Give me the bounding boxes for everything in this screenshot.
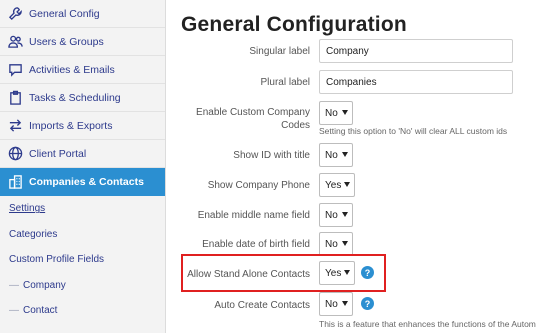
help-icon[interactable]: ?: [361, 297, 374, 310]
custom-codes-select[interactable]: No: [319, 101, 353, 125]
select-value: No: [325, 238, 338, 250]
sidebar-item-imports-exports[interactable]: Imports & Exports: [0, 112, 165, 140]
subnav-company[interactable]: — Company: [0, 273, 165, 299]
sidebar-item-label: General Config: [29, 7, 100, 20]
sidebar-item-label: Activities & Emails: [29, 63, 115, 76]
standalone-label: Allow Stand Alone Contacts: [187, 269, 310, 280]
select-value: Yes: [325, 179, 342, 191]
sidebar-item-label: Users & Groups: [29, 35, 104, 48]
sidebar-item-client-portal[interactable]: Client Portal: [0, 140, 165, 168]
select-value: No: [325, 149, 338, 161]
sidebar: General Config Users & Groups Activities…: [0, 0, 166, 333]
globe-icon: [7, 146, 23, 162]
show-id-select[interactable]: No: [319, 143, 353, 167]
auto-create-label: Auto Create Contacts: [214, 300, 310, 311]
subnav-label: Custom Profile Fields: [9, 254, 105, 266]
dob-label: Enable date of birth field: [202, 239, 310, 250]
subnav-custom-profile-fields[interactable]: Custom Profile Fields: [0, 247, 165, 273]
sidebar-item-companies-contacts[interactable]: Companies & Contacts: [0, 168, 165, 196]
show-phone-label: Show Company Phone: [207, 180, 310, 191]
page-title: General Configuration: [181, 13, 407, 36]
subnav-label: Contact: [23, 305, 58, 317]
plural-label-input[interactable]: [319, 70, 513, 94]
select-value: No: [325, 298, 338, 310]
subnav-dash: —: [9, 279, 19, 291]
select-value: No: [325, 209, 338, 221]
singular-label-input[interactable]: [319, 39, 513, 63]
caret-down-icon: [342, 152, 348, 157]
sidebar-item-general-config[interactable]: General Config: [0, 0, 165, 28]
building-icon: [7, 174, 23, 190]
subnav-settings[interactable]: Settings: [0, 196, 165, 222]
standalone-select[interactable]: Yes: [319, 261, 355, 285]
show-phone-select[interactable]: Yes: [319, 173, 355, 197]
users-icon: [7, 34, 23, 50]
plural-label: Plural label: [260, 77, 310, 88]
caret-down-icon: [342, 241, 348, 246]
wrench-icon: [7, 6, 23, 22]
help-icon[interactable]: ?: [361, 266, 374, 279]
custom-codes-hint: Setting this option to 'No' will clear A…: [319, 126, 508, 136]
subnav-categories[interactable]: Categories: [0, 222, 165, 248]
main-content: General Configuration Singular label Plu…: [166, 0, 536, 333]
subnav-label: Company: [23, 279, 66, 291]
auto-create-select[interactable]: No: [319, 292, 353, 316]
select-value: No: [325, 107, 338, 119]
sidebar-item-label: Tasks & Scheduling: [29, 91, 121, 104]
caret-down-icon: [342, 212, 348, 217]
auto-create-hint: This is a feature that enhances the func…: [319, 319, 536, 329]
middle-name-select[interactable]: No: [319, 203, 353, 227]
chat-icon: [7, 62, 23, 78]
caret-down-icon: [342, 301, 348, 306]
sidebar-item-label: Client Portal: [29, 147, 87, 160]
singular-label: Singular label: [249, 46, 310, 57]
dob-select[interactable]: No: [319, 232, 353, 256]
custom-codes-label: Enable Custom Company Codes: [196, 107, 310, 131]
arrows-icon: [7, 118, 23, 134]
subnav-contact[interactable]: — Contact: [0, 298, 165, 324]
subnav-dash: —: [9, 305, 19, 317]
middle-name-label: Enable middle name field: [197, 210, 310, 221]
caret-down-icon: [344, 182, 350, 187]
subnav-label: Categories: [9, 228, 58, 240]
sidebar-item-label: Imports & Exports: [29, 119, 113, 132]
caret-down-icon: [342, 110, 348, 115]
select-value: Yes: [325, 267, 342, 279]
sidebar-item-tasks-scheduling[interactable]: Tasks & Scheduling: [0, 84, 165, 112]
caret-down-icon: [344, 270, 350, 275]
sidebar-item-activities-emails[interactable]: Activities & Emails: [0, 56, 165, 84]
show-id-label: Show ID with title: [233, 150, 310, 161]
sidebar-item-label: Companies & Contacts: [29, 175, 144, 188]
subnav-label: Settings: [9, 203, 46, 215]
clipboard-icon: [7, 90, 23, 106]
sidebar-item-users-groups[interactable]: Users & Groups: [0, 28, 165, 56]
